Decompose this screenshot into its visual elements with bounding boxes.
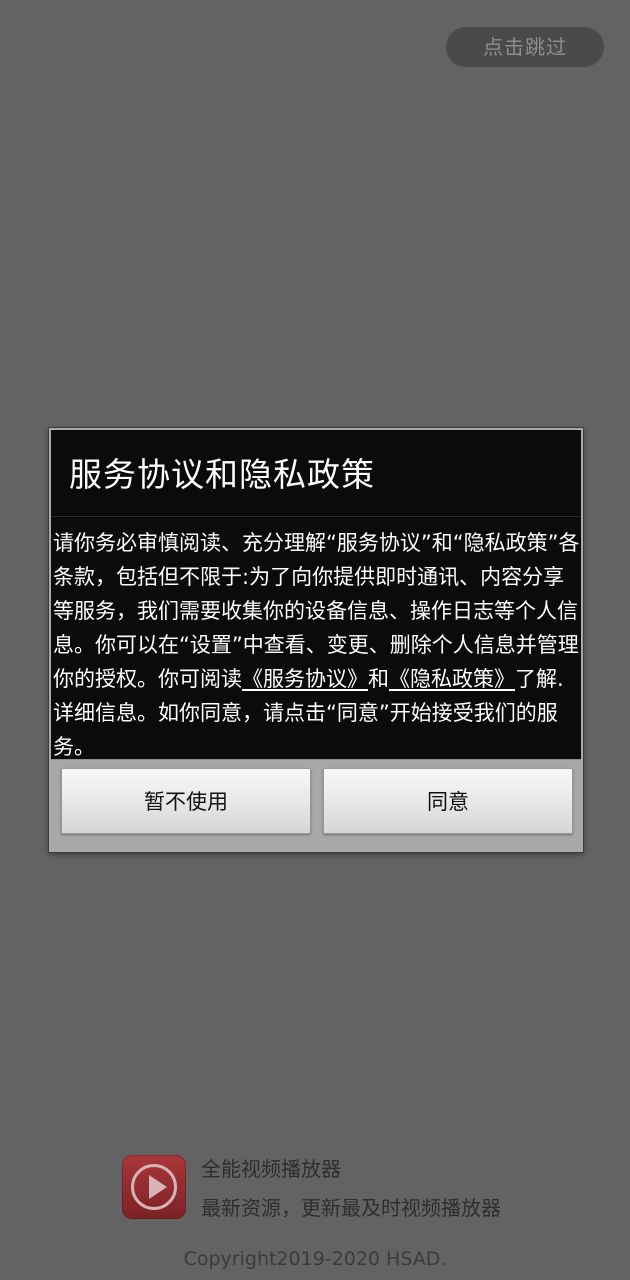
decline-button[interactable]: 暂不使用 <box>61 768 311 834</box>
app-logo-play-icon <box>122 1155 186 1219</box>
skip-button[interactable]: 点击跳过 <box>446 27 604 67</box>
dialog-body-and: 和 <box>368 667 389 691</box>
agree-button[interactable]: 同意 <box>323 768 573 834</box>
app-tagline: 最新资源，更新最及时视频播放器 <box>201 1196 501 1220</box>
privacy-dialog: 服务协议和隐私政策 请你务必审慎阅读、充分理解“服务协议”和“隐私政策”各条款，… <box>49 428 583 852</box>
play-icon <box>149 1175 167 1199</box>
app-name: 全能视频播放器 <box>201 1157 341 1181</box>
dialog-body: 请你务必审慎阅读、充分理解“服务协议”和“隐私政策”各条款，包括但不限于:为了向… <box>53 526 581 764</box>
title-divider <box>51 516 581 517</box>
privacy-policy-link[interactable]: 《隐私政策》 <box>389 667 515 691</box>
copyright-text: Copyright2019-2020 HSAD. <box>183 1248 447 1270</box>
dialog-title: 服务协议和隐私政策 <box>69 455 375 494</box>
dialog-button-bar: 暂不使用 同意 <box>51 759 581 850</box>
service-agreement-link[interactable]: 《服务协议》 <box>242 667 368 691</box>
